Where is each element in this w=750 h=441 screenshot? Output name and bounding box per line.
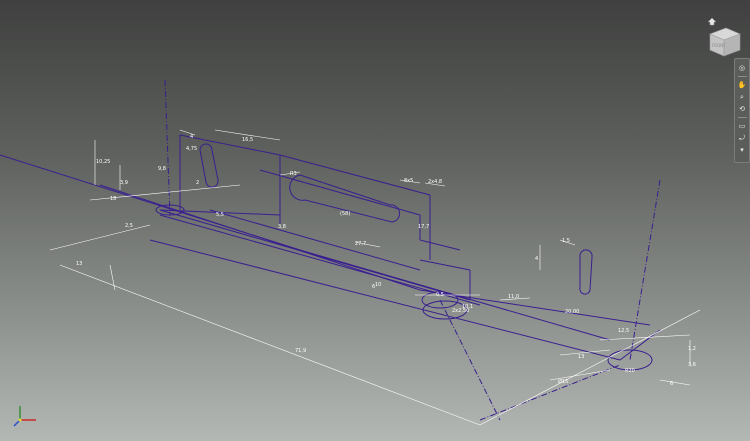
dim-label[interactable]: 3,6 (688, 362, 696, 368)
dim-label[interactable]: 3,9 (120, 180, 128, 186)
dim-label[interactable]: 5,5 (216, 212, 224, 218)
dim-label[interactable]: 10,25 (96, 159, 110, 165)
sketch-profile (0, 79, 661, 421)
dim-label[interactable]: 18 (110, 196, 116, 202)
navigation-bar: ◎ ✋ ⌕ ⟲ ▭ ⤾ ▾ (734, 58, 750, 163)
dim-label[interactable]: R20 (625, 368, 635, 374)
graphics-window[interactable]: 10,25 9,8 18 4 4,75 16,5 2 2,5 3,9 5,5 R… (0, 0, 750, 441)
home-icon[interactable] (707, 17, 717, 26)
dim-label[interactable]: 2,5 (125, 223, 133, 229)
dim-label[interactable]: 4,75 (186, 146, 197, 152)
dim-label[interactable]: 4 (535, 256, 538, 262)
separator (737, 76, 747, 77)
dim-label[interactable]: 11,0 (508, 294, 519, 300)
sketch-canvas[interactable]: 10,25 9,8 18 4 4,75 16,5 2 2,5 3,9 5,5 R… (0, 0, 750, 441)
dim-label[interactable]: 1,2 (688, 346, 696, 352)
steering-wheel-icon[interactable]: ◎ (737, 63, 747, 73)
dim-label[interactable]: Ø15 (558, 378, 568, 385)
dim-label[interactable]: 9,8 (158, 166, 166, 172)
dim-label[interactable]: 10 (375, 282, 381, 288)
dim-label[interactable]: 13 (76, 261, 82, 267)
viewcube[interactable]: FRONT (696, 17, 744, 58)
dim-label[interactable]: 6 (372, 284, 375, 290)
dim-label[interactable]: 17,7 (418, 224, 429, 230)
pan-icon[interactable]: ✋ (737, 80, 747, 90)
viewcube-face-label[interactable]: FRONT (712, 43, 726, 48)
coordinate-triad-icon (10, 402, 42, 428)
separator (737, 117, 747, 118)
dim-label[interactable]: 4 (190, 134, 193, 140)
dim-label[interactable]: 3,8 (278, 224, 286, 230)
free-orbit-icon[interactable]: ⤾ (737, 133, 747, 143)
dim-label[interactable]: 1,5 (562, 238, 570, 244)
dimension-lines (49, 129, 701, 426)
dim-label[interactable]: 10,1 (462, 304, 473, 310)
dim-label[interactable]: R3 (290, 171, 297, 177)
dim-label[interactable]: (58) (340, 211, 350, 217)
orbit-icon[interactable]: ⟲ (737, 104, 747, 114)
dim-label[interactable]: 0,5 (436, 292, 444, 298)
look-at-icon[interactable]: ▭ (737, 121, 747, 131)
dim-label[interactable]: 12,5 (618, 328, 629, 334)
dim-label[interactable]: 16,5 (242, 137, 253, 143)
dim-label[interactable]: 8x5 (404, 178, 413, 184)
dim-label[interactable]: 6 (670, 381, 673, 387)
dim-label[interactable]: 20,00 (565, 309, 579, 315)
more-icon[interactable]: ▾ (737, 145, 747, 155)
dim-label[interactable]: 27,7 (355, 241, 366, 247)
dim-label[interactable]: 71,9 (295, 348, 306, 354)
zoom-icon[interactable]: ⌕ (737, 92, 747, 102)
dim-label[interactable]: 2 (196, 180, 199, 186)
dim-label[interactable]: 13 (578, 354, 584, 360)
dim-label[interactable]: 2x4,8 (428, 179, 442, 185)
